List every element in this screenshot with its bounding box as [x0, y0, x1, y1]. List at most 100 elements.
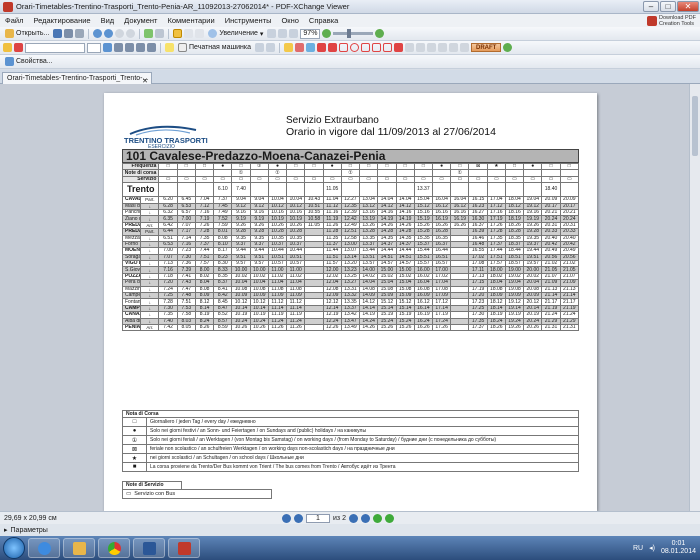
legend-symbol: ①	[122, 435, 147, 445]
task-pdf-xchange[interactable]	[168, 538, 200, 558]
previous-page-icon[interactable]	[294, 513, 303, 523]
undo-icon[interactable]	[93, 29, 103, 38]
underline-icon[interactable]	[147, 43, 156, 52]
time-cell: 15.16	[413, 208, 433, 217]
add-icon[interactable]	[503, 43, 513, 52]
menu-document[interactable]: Документ	[119, 16, 162, 25]
trento-time: 11.05	[322, 182, 342, 198]
callout-icon[interactable]	[266, 43, 275, 52]
chrome-icon	[107, 541, 121, 555]
trento-time: 13.37	[413, 182, 433, 198]
comment-icon[interactable]	[3, 43, 12, 52]
volume-icon[interactable]: ◂)	[649, 544, 655, 552]
menu-view[interactable]: Вид	[96, 16, 120, 25]
fit-page-icon[interactable]	[267, 29, 277, 38]
pencil-icon[interactable]	[394, 43, 403, 52]
zoom-button[interactable]: Увеличение ▾	[206, 28, 265, 39]
language-indicator[interactable]: RU	[633, 545, 643, 552]
font-select[interactable]	[25, 42, 85, 53]
vertical-scrollbar[interactable]	[689, 84, 700, 511]
time-cell: 19.00	[504, 266, 525, 274]
task-explorer[interactable]	[63, 538, 95, 558]
history-forward-icon[interactable]	[384, 513, 394, 523]
highlight-icon[interactable]	[284, 43, 293, 52]
polyline-icon[interactable]	[372, 43, 381, 52]
typewriter-button[interactable]: Печатная машинка	[176, 42, 253, 53]
sound-icon[interactable]	[460, 43, 469, 52]
zoom-icon	[208, 29, 218, 38]
underline-mark-icon[interactable]	[306, 43, 315, 52]
menu-comments[interactable]: Комментарии	[162, 16, 219, 25]
brand-link[interactable]: Download PDF Creation Tools	[647, 15, 700, 27]
menu-tools[interactable]: Инструменты	[220, 16, 277, 25]
note-icon[interactable]	[165, 43, 174, 52]
start-button[interactable]	[3, 537, 25, 559]
next-page-icon[interactable]	[348, 513, 358, 523]
close-button[interactable]: ✕	[677, 1, 699, 12]
last-page-icon[interactable]	[360, 513, 370, 523]
panel-label[interactable]: Параметры	[11, 527, 48, 534]
select-text-icon[interactable]	[184, 29, 194, 38]
strikeout-icon[interactable]	[295, 43, 304, 52]
zoom-in-icon[interactable]	[375, 29, 385, 38]
tab-document[interactable]: Orari-Timetables-Trentino-Trasporti_Tren…	[2, 72, 152, 84]
time-cell: 20.40	[559, 234, 580, 242]
panel-arrow-icon[interactable]: ▸	[4, 526, 8, 534]
eraser-icon[interactable]	[405, 43, 414, 52]
time-cell: 21.17	[559, 298, 580, 306]
menu-help[interactable]: Справка	[304, 16, 343, 25]
task-ie[interactable]	[28, 538, 60, 558]
task-word[interactable]	[133, 538, 165, 558]
print-icon[interactable]	[64, 29, 74, 38]
properties-button[interactable]: Свойства...	[3, 56, 55, 67]
textbox-icon[interactable]	[255, 43, 264, 52]
rectangle-icon[interactable]	[339, 43, 348, 52]
font-size-select[interactable]	[87, 42, 101, 53]
distance-icon[interactable]	[416, 43, 425, 52]
menu-edit[interactable]: Редактирование	[28, 16, 95, 25]
page-number-input[interactable]: 1	[306, 513, 330, 523]
menu-file[interactable]: Файл	[0, 16, 28, 25]
actual-size-icon[interactable]	[289, 29, 299, 38]
attach-icon[interactable]	[449, 43, 458, 52]
save-icon[interactable]	[53, 29, 63, 38]
align-icon[interactable]	[114, 43, 123, 52]
maximize-button[interactable]: □	[660, 1, 676, 12]
select-image-icon[interactable]	[195, 29, 205, 38]
italic-icon[interactable]	[136, 43, 145, 52]
tab-close-icon[interactable]: ✕	[142, 76, 148, 84]
zoom-out-icon[interactable]	[322, 29, 332, 38]
area-icon[interactable]	[438, 43, 447, 52]
ellipse-icon[interactable]	[350, 43, 359, 52]
fit-width-icon[interactable]	[278, 29, 288, 38]
line-icon[interactable]	[317, 43, 326, 52]
redo-icon[interactable]	[104, 29, 114, 38]
back-icon[interactable]	[115, 29, 125, 38]
perimeter-icon[interactable]	[427, 43, 436, 52]
history-back-icon[interactable]	[372, 513, 382, 523]
rotate-icon[interactable]	[144, 29, 154, 38]
stamp-button[interactable]: DRAFT	[471, 43, 502, 52]
document-viewport[interactable]: TRENTINO TRASPORTI ESERCIZIO Servizio Ex…	[0, 84, 689, 511]
minimize-button[interactable]: –	[643, 1, 659, 12]
first-page-icon[interactable]	[282, 513, 291, 523]
scrollbar-thumb[interactable]	[692, 96, 698, 156]
page-size-label: 29,69 x 20,99 см	[4, 514, 57, 522]
forward-icon[interactable]	[126, 29, 136, 38]
zoom-slider[interactable]	[333, 29, 374, 38]
polygon-icon[interactable]	[361, 43, 370, 52]
task-chrome[interactable]	[98, 538, 130, 558]
document-tabs: Orari-Timetables-Trentino-Trasporti_Tren…	[0, 70, 700, 84]
text-color-icon[interactable]	[103, 43, 112, 52]
mail-icon[interactable]	[75, 29, 85, 38]
hand-tool-icon[interactable]	[173, 29, 183, 38]
snapshot-icon[interactable]	[155, 29, 165, 38]
bold-icon[interactable]	[125, 43, 134, 52]
pen-icon[interactable]	[14, 43, 23, 52]
zoom-level-input[interactable]: 97%	[300, 28, 321, 39]
clock[interactable]: 0:01 08.01.2014	[661, 540, 696, 556]
cloud-icon[interactable]	[383, 43, 392, 52]
arrow-icon[interactable]	[328, 43, 337, 52]
open-button[interactable]: Открыть...	[3, 28, 51, 39]
menu-window[interactable]: Окно	[276, 16, 303, 25]
